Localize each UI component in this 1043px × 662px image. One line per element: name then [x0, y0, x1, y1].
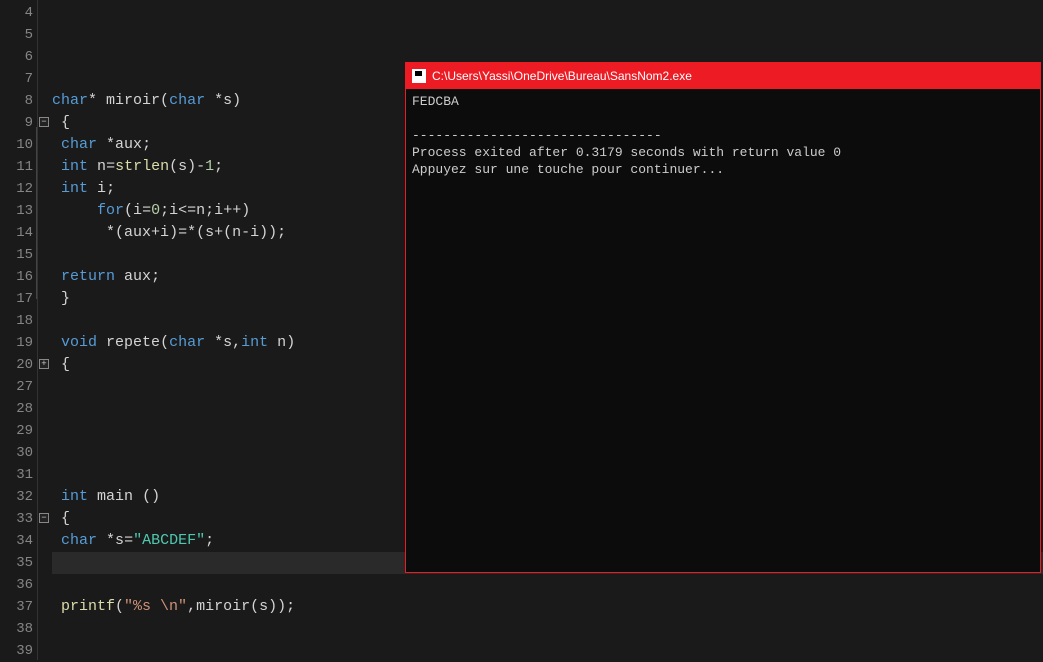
console-window[interactable]: C:\Users\Yassi\OneDrive\Bureau\SansNom2.…	[405, 62, 1041, 573]
console-output: FEDCBA -------------------------------- …	[406, 89, 1040, 572]
line-number: 17	[0, 288, 37, 310]
line-number: 10	[0, 134, 37, 156]
line-number: 11	[0, 156, 37, 178]
line-number: 15	[0, 244, 37, 266]
line-number: 28	[0, 398, 37, 420]
console-titlebar[interactable]: C:\Users\Yassi\OneDrive\Bureau\SansNom2.…	[406, 63, 1040, 89]
line-number: 38	[0, 618, 37, 640]
line-number: 9−	[0, 112, 37, 134]
line-number: 19	[0, 332, 37, 354]
line-number: 5	[0, 24, 37, 46]
line-number: 32	[0, 486, 37, 508]
line-number: 14	[0, 222, 37, 244]
line-number: 16	[0, 266, 37, 288]
fold-collapse-icon[interactable]: −	[39, 117, 49, 127]
fold-guide	[36, 127, 37, 299]
line-number: 12	[0, 178, 37, 200]
line-number: 8	[0, 90, 37, 112]
code-line[interactable]	[52, 574, 1043, 596]
line-number: 30	[0, 442, 37, 464]
console-title: C:\Users\Yassi\OneDrive\Bureau\SansNom2.…	[432, 69, 692, 83]
line-number: 35	[0, 552, 37, 574]
line-number: 39	[0, 640, 37, 662]
fold-collapse-icon[interactable]: −	[39, 513, 49, 523]
line-number: 34	[0, 530, 37, 552]
line-number: 36	[0, 574, 37, 596]
code-line[interactable]: printf("%s \n",miroir(s));	[52, 596, 1043, 618]
line-number: 29	[0, 420, 37, 442]
line-number: 13	[0, 200, 37, 222]
line-number: 27	[0, 376, 37, 398]
line-number: 18	[0, 310, 37, 332]
line-number: 20+	[0, 354, 37, 376]
line-number: 4	[0, 2, 37, 24]
code-line[interactable]	[52, 618, 1043, 640]
fold-expand-icon[interactable]: +	[39, 359, 49, 369]
console-icon	[412, 69, 426, 83]
code-line[interactable]	[52, 640, 1043, 662]
line-number: 33−	[0, 508, 37, 530]
code-line[interactable]	[52, 24, 1043, 46]
line-number: 7	[0, 68, 37, 90]
code-line[interactable]	[52, 2, 1043, 24]
line-number: 31	[0, 464, 37, 486]
line-number-gutter: 456789−1011121314151617181920+2728293031…	[0, 0, 38, 660]
line-number: 6	[0, 46, 37, 68]
line-number: 37	[0, 596, 37, 618]
